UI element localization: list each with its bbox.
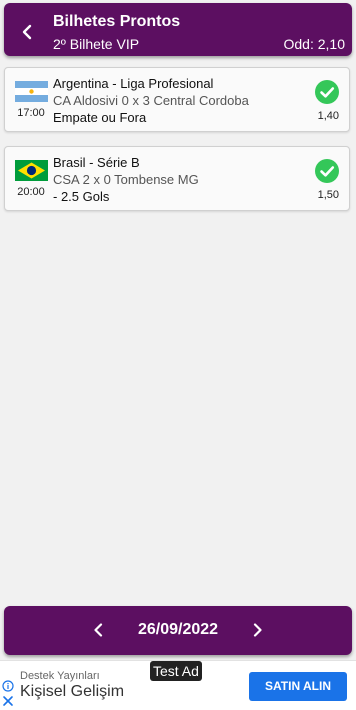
close-icon[interactable]	[2, 695, 14, 707]
ad-headline: Kişisel Gelişim	[20, 683, 125, 700]
bet-selection: Empate ou Fora	[53, 110, 147, 125]
date-navigator: 26/09/2022	[4, 606, 352, 655]
ticket-name: 2º Bilhete VIP	[53, 36, 140, 52]
ad-advertiser: Destek Yayınları	[20, 670, 100, 682]
back-button[interactable]	[16, 21, 38, 43]
bet-odd: 1,50	[317, 189, 339, 201]
check-circle-icon	[315, 159, 339, 183]
bet-card[interactable]: 20:00 Brasil - Série B CSA 2 x 0 Tombens…	[4, 146, 350, 211]
match-time: 20:00	[17, 186, 45, 198]
bet-odd: 1,40	[317, 110, 339, 122]
brazil-flag-icon	[15, 160, 48, 181]
argentina-flag-icon	[15, 81, 48, 102]
top-app-bar: Bilhetes Prontos 2º Bilhete VIP Odd: 2,1…	[4, 3, 352, 56]
check-circle-icon	[315, 80, 339, 104]
test-ad-badge: Test Ad	[150, 661, 202, 681]
league-name: Argentina - Liga Profesional	[53, 76, 214, 91]
bet-selection: - 2.5 Gols	[53, 189, 110, 204]
total-odd: Odd: 2,10	[283, 36, 346, 52]
match-score: CA Aldosivi 0 x 3 Central Cordoba	[53, 93, 249, 108]
chevron-right-icon	[253, 623, 262, 637]
current-date: 26/09/2022	[137, 621, 219, 638]
info-icon[interactable]	[2, 680, 14, 692]
chevron-left-icon	[22, 24, 32, 40]
bet-card[interactable]: 17:00 Argentina - Liga Profesional CA Al…	[4, 67, 350, 132]
ad-cta-button[interactable]: SATIN ALIN	[249, 672, 347, 701]
league-name: Brasil - Série B	[53, 155, 140, 170]
next-date-button[interactable]	[248, 620, 268, 640]
ad-banner[interactable]: Test Ad Destek Yayınları Kişisel Gelişim…	[0, 660, 356, 710]
match-time: 17:00	[17, 107, 45, 119]
match-score: CSA 2 x 0 Tombense MG	[53, 172, 199, 187]
page-title: Bilhetes Prontos	[53, 13, 181, 30]
